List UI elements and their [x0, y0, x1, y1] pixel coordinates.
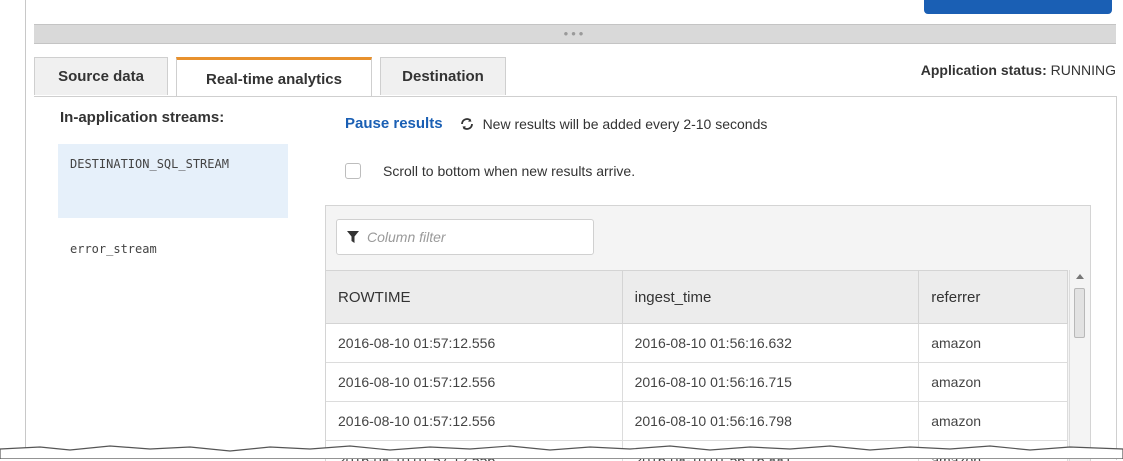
results-controls: Pause results New results will be added … [345, 115, 767, 132]
stream-item-error-stream[interactable]: error_stream [58, 229, 288, 269]
cell-ingest-time: 2016-08-10 01:56:16.715 [622, 363, 919, 402]
column-header-ingest-time[interactable]: ingest_time [622, 271, 919, 324]
results-table: ROWTIME ingest_time referrer 2016-08-10 … [326, 270, 1068, 461]
analytics-panel: In-application streams: DESTINATION_SQL_… [34, 96, 1117, 460]
results-table-container: ROWTIME ingest_time referrer 2016-08-10 … [325, 205, 1091, 461]
application-status: Application status: RUNNING [921, 62, 1116, 78]
column-filter-input[interactable] [365, 228, 569, 246]
scroll-thumb[interactable] [1074, 288, 1085, 338]
column-header-referrer[interactable]: referrer [919, 271, 1068, 324]
table-header-row: ROWTIME ingest_time referrer [326, 271, 1068, 324]
resize-handle[interactable]: ••• [34, 24, 1116, 44]
filter-icon [347, 231, 359, 243]
scroll-up-icon[interactable] [1076, 274, 1084, 279]
table-row: 2016-08-10 01:57:12.556 2016-08-10 01:56… [326, 363, 1068, 402]
scroll-option-label: Scroll to bottom when new results arrive… [383, 163, 635, 179]
app-frame: ••• Source data Real-time analytics Dest… [25, 0, 1123, 459]
cell-rowtime: 2016-08-10 01:57:12.556 [326, 324, 622, 363]
stream-item-destination-sql-stream[interactable]: DESTINATION_SQL_STREAM [58, 144, 288, 218]
pause-results-link[interactable]: Pause results [345, 115, 443, 132]
refresh-note: New results will be added every 2-10 sec… [483, 116, 768, 132]
scroll-option: Scroll to bottom when new results arrive… [345, 163, 635, 179]
cell-rowtime: 2016-08-10 01:57:12.556 [326, 363, 622, 402]
table-row: 2016-08-10 01:57:12.556 2016-08-10 01:56… [326, 324, 1068, 363]
status-value: RUNNING [1051, 62, 1116, 78]
primary-action-button[interactable] [924, 0, 1112, 14]
scroll-to-bottom-checkbox[interactable] [345, 163, 361, 179]
tab-destination[interactable]: Destination [380, 57, 506, 95]
status-label: Application status: [921, 62, 1047, 78]
refresh-icon [459, 116, 475, 132]
column-header-rowtime[interactable]: ROWTIME [326, 271, 622, 324]
tab-real-time-analytics[interactable]: Real-time analytics [176, 57, 372, 98]
table-scrollbar[interactable] [1069, 270, 1090, 461]
streams-title: In-application streams: [60, 109, 224, 126]
torn-edge-decoration [0, 435, 1123, 459]
drag-dots-icon: ••• [564, 29, 587, 39]
cell-referrer: amazon [919, 363, 1068, 402]
cell-referrer: amazon [919, 324, 1068, 363]
cell-ingest-time: 2016-08-10 01:56:16.632 [622, 324, 919, 363]
column-filter [336, 219, 594, 255]
tab-source-data[interactable]: Source data [34, 57, 168, 95]
